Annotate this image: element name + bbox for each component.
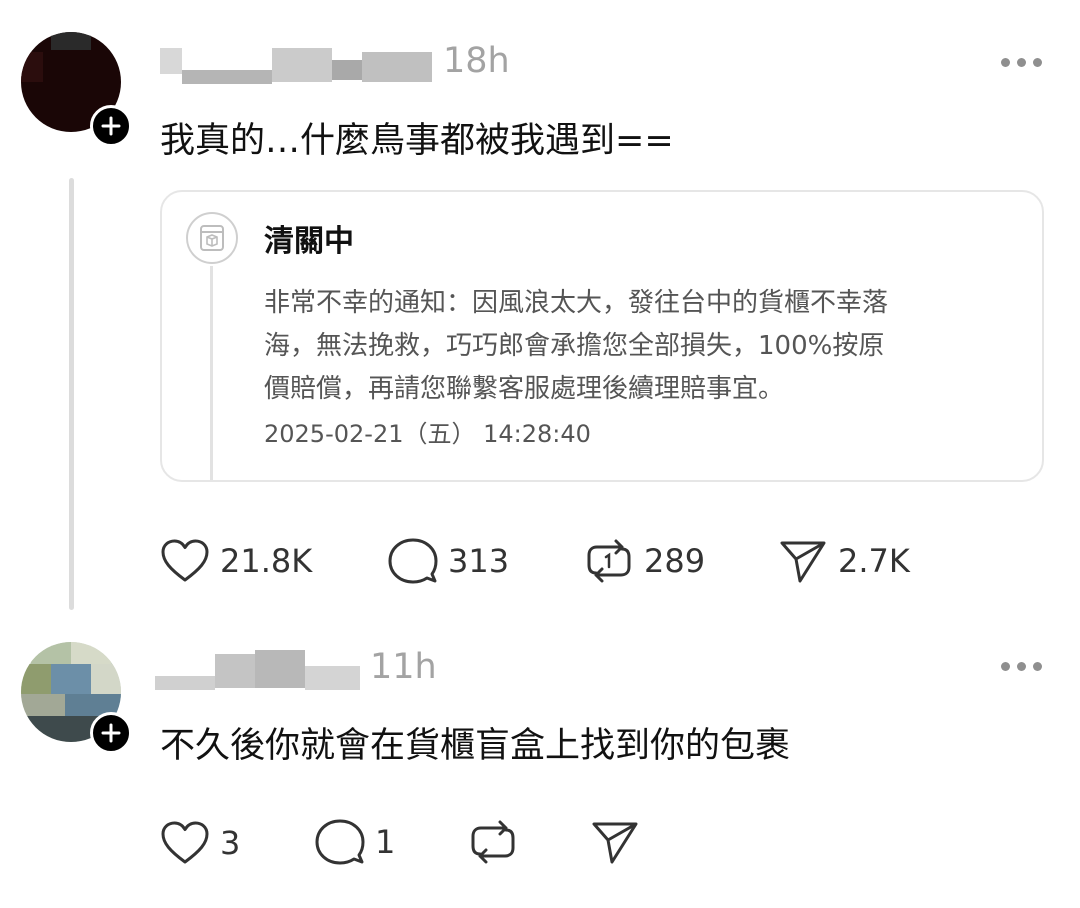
dot-icon bbox=[1033, 662, 1042, 671]
card-body-line: 非常不幸的通知：因風浪太大，發往台中的貨櫃不幸落 bbox=[264, 288, 889, 318]
comment-button[interactable]: 1 bbox=[315, 818, 395, 866]
comment-icon bbox=[388, 538, 438, 584]
post-time: 18h bbox=[443, 41, 510, 81]
repost-icon bbox=[587, 539, 631, 583]
repost-button[interactable]: 289 bbox=[584, 537, 705, 585]
send-icon bbox=[780, 541, 826, 583]
plus-icon bbox=[101, 116, 121, 136]
share-count: 2.7K bbox=[838, 542, 910, 580]
follow-button[interactable] bbox=[90, 105, 132, 147]
card-title: 清關中 bbox=[264, 224, 354, 259]
follow-button[interactable] bbox=[90, 712, 132, 754]
repost-button[interactable] bbox=[468, 818, 528, 866]
card-divider bbox=[210, 266, 213, 480]
username[interactable] bbox=[155, 650, 360, 690]
share-button[interactable] bbox=[590, 818, 650, 866]
dot-icon bbox=[1001, 662, 1010, 671]
plus-icon bbox=[101, 723, 121, 743]
comment-icon bbox=[315, 819, 365, 865]
heart-icon bbox=[161, 539, 209, 582]
like-count: 3 bbox=[220, 824, 241, 862]
more-options-button[interactable] bbox=[1001, 58, 1042, 67]
dot-icon bbox=[1017, 58, 1026, 67]
repost-count: 289 bbox=[644, 542, 706, 580]
comment-button[interactable]: 313 bbox=[388, 537, 509, 585]
like-button[interactable]: 21.8K bbox=[160, 538, 312, 584]
post-time: 11h bbox=[370, 647, 437, 687]
repost-icon bbox=[471, 820, 515, 864]
card-body: 非常不幸的通知：因風浪太大，發往台中的貨櫃不幸落 海，無法挽救，巧巧郎會承擔您全… bbox=[264, 282, 1024, 411]
like-count: 21.8K bbox=[220, 542, 313, 580]
dot-icon bbox=[1001, 58, 1010, 67]
dot-icon bbox=[1033, 58, 1042, 67]
card-body-line: 海，無法挽救，巧巧郎會承擔您全部損失，100%按原 bbox=[264, 331, 885, 361]
post-text: 我真的…什麼鳥事都被我遇到== bbox=[160, 121, 674, 161]
like-button[interactable]: 3 bbox=[160, 820, 240, 866]
more-options-button[interactable] bbox=[1001, 662, 1042, 671]
quoted-notification-card[interactable]: 清關中 非常不幸的通知：因風浪太大，發往台中的貨櫃不幸落 海，無法挽救，巧巧郎會… bbox=[160, 190, 1044, 482]
share-button[interactable]: 2.7K bbox=[778, 537, 910, 585]
comment-count: 1 bbox=[375, 823, 396, 861]
comment-count: 313 bbox=[448, 542, 510, 580]
thread-line bbox=[69, 178, 74, 610]
send-icon bbox=[592, 822, 638, 864]
post-text: 不久後你就會在貨櫃盲盒上找到你的包裹 bbox=[160, 726, 791, 766]
package-icon bbox=[186, 212, 238, 264]
heart-icon bbox=[161, 821, 209, 864]
card-body-line: 價賠償，再請您聯繫客服處理後續理賠事宜。 bbox=[264, 374, 785, 404]
username[interactable] bbox=[160, 44, 432, 84]
dot-icon bbox=[1017, 662, 1026, 671]
card-date: 2025-02-21（五） 14:28:40 bbox=[264, 420, 591, 448]
